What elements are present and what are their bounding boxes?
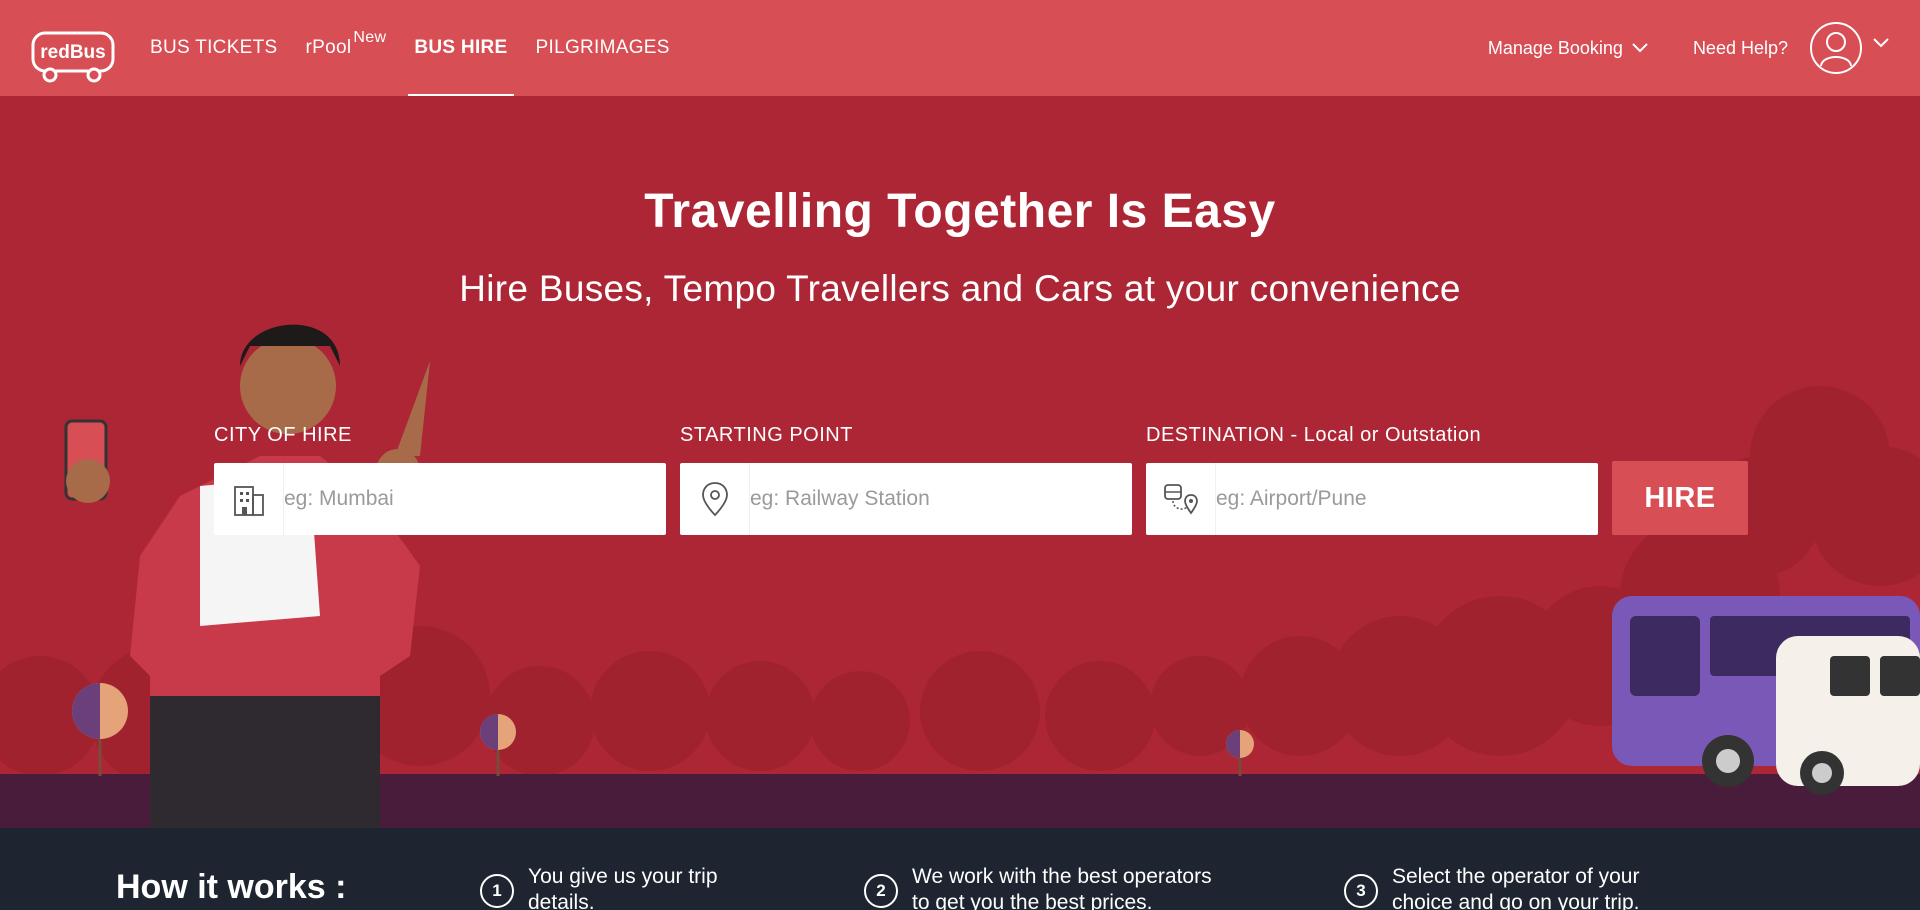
city-of-hire-field	[214, 463, 666, 535]
city-of-hire-input[interactable]	[284, 469, 666, 529]
city-of-hire-label: CITY OF HIRE	[214, 424, 352, 446]
step-1: 1 You give us your trip details.	[480, 864, 718, 910]
step-3: 3 Select the operator of your choice and…	[1344, 864, 1640, 910]
location-pin-icon	[680, 463, 750, 535]
manage-booking-label: Manage Booking	[1487, 37, 1623, 58]
building-icon	[214, 463, 284, 535]
hero-subtitle: Hire Buses, Tempo Travellers and Cars at…	[459, 268, 1461, 309]
nav-bus-tickets[interactable]: BUS TICKETS	[150, 0, 278, 96]
new-badge: New	[353, 29, 387, 46]
how-it-works-section: How it works : 1 You give us your trip d…	[0, 828, 1920, 910]
chevron-down-icon	[1632, 43, 1648, 53]
nav-label: BUS HIRE	[414, 37, 508, 58]
starting-point-input[interactable]	[750, 469, 1132, 529]
hero-title: Travelling Together Is Easy	[644, 185, 1276, 238]
hire-button[interactable]: HIRE	[1612, 461, 1748, 535]
step-text: We work with the best operators to get y…	[912, 864, 1212, 910]
how-it-works-title: How it works :	[116, 868, 347, 906]
route-icon	[1146, 463, 1216, 535]
step-line: We work with the best operators	[912, 865, 1212, 888]
step-number: 1	[480, 874, 514, 908]
top-header: redBus BUS TICKETS rPool New BUS HIRE PIL…	[0, 0, 1920, 99]
chevron-down-icon[interactable]	[1872, 37, 1890, 49]
account-nav: Manage Booking Need Help?	[1488, 0, 1920, 96]
destination-label: DESTINATION - Local or Outstation	[1146, 424, 1482, 446]
step-line: details.	[528, 891, 595, 910]
nav-rpool[interactable]: rPool New	[306, 0, 387, 96]
hero-banner: Travelling Together Is Easy Hire Buses, …	[0, 96, 1920, 828]
step-line: to get you the best prices.	[912, 891, 1153, 910]
starting-point-label: STARTING POINT	[680, 424, 853, 446]
destination-input[interactable]	[1216, 469, 1598, 529]
step-text: Select the operator of your choice and g…	[1392, 864, 1640, 910]
nav-label: PILGRIMAGES	[535, 37, 670, 58]
step-line: Select the operator of your	[1392, 865, 1640, 888]
step-number: 2	[864, 874, 898, 908]
destination-field	[1146, 463, 1598, 535]
starting-point-field	[680, 463, 1132, 535]
nav-pilgrimages[interactable]: PILGRIMAGES	[536, 0, 670, 96]
step-2: 2 We work with the best operators to get…	[864, 864, 1212, 910]
need-help-link[interactable]: Need Help?	[1693, 38, 1788, 59]
svg-text:redBus: redBus	[40, 42, 105, 63]
redbus-logo[interactable]: redBus	[30, 30, 116, 84]
nav-label: BUS TICKETS	[150, 37, 278, 58]
nav-label: rPool	[305, 37, 352, 58]
step-text: You give us your trip details.	[528, 864, 718, 910]
manage-booking-dropdown[interactable]: Manage Booking	[1488, 38, 1649, 59]
step-line: You give us your trip	[528, 865, 718, 888]
step-number: 3	[1344, 874, 1378, 908]
user-icon[interactable]	[1810, 22, 1862, 74]
main-nav: BUS TICKETS rPool New BUS HIRE PILGRIMAGE…	[150, 0, 698, 99]
step-line: choice and go on your trip.	[1392, 891, 1640, 910]
nav-bus-hire[interactable]: BUS HIRE	[408, 0, 514, 99]
